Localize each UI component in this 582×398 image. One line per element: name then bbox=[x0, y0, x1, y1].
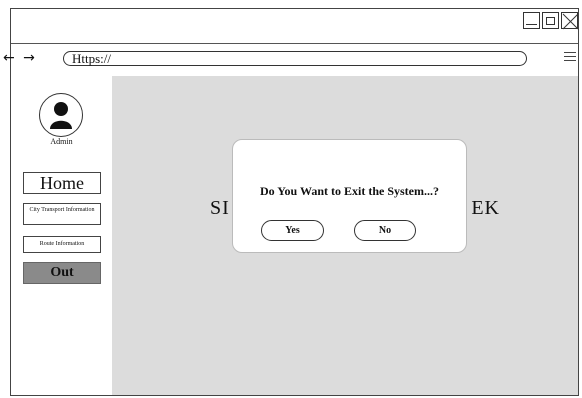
close-icon[interactable] bbox=[561, 12, 579, 30]
title-bar bbox=[11, 9, 579, 39]
home-button[interactable]: Home bbox=[23, 172, 101, 194]
exit-confirm-dialog: Do You Want to Exit the System...? Yes N… bbox=[232, 139, 467, 253]
minimize-icon[interactable] bbox=[523, 12, 540, 29]
window-controls bbox=[523, 12, 579, 30]
maximize-icon[interactable] bbox=[542, 12, 559, 29]
page-title-start: SI bbox=[210, 197, 230, 219]
address-bar: ← → Https:// bbox=[3, 44, 578, 76]
dialog-message: Do You Want to Exit the System...? bbox=[259, 184, 439, 198]
sidebar: Admin Home City Transport Information Ro… bbox=[11, 76, 112, 395]
route-information-button[interactable]: Route Information bbox=[23, 236, 101, 253]
avatar bbox=[39, 93, 83, 137]
city-transport-information-button[interactable]: City Transport Information bbox=[23, 203, 101, 225]
menu-icon[interactable] bbox=[564, 49, 576, 64]
user-icon bbox=[50, 102, 72, 129]
page-title-end: EK bbox=[471, 197, 500, 219]
user-label: Admin bbox=[50, 137, 73, 146]
no-button[interactable]: No bbox=[354, 220, 416, 241]
url-input[interactable]: Https:// bbox=[63, 51, 527, 66]
out-button[interactable]: Out bbox=[23, 262, 101, 284]
yes-button[interactable]: Yes bbox=[261, 220, 324, 241]
back-forward-arrows[interactable]: ← → bbox=[3, 50, 37, 66]
